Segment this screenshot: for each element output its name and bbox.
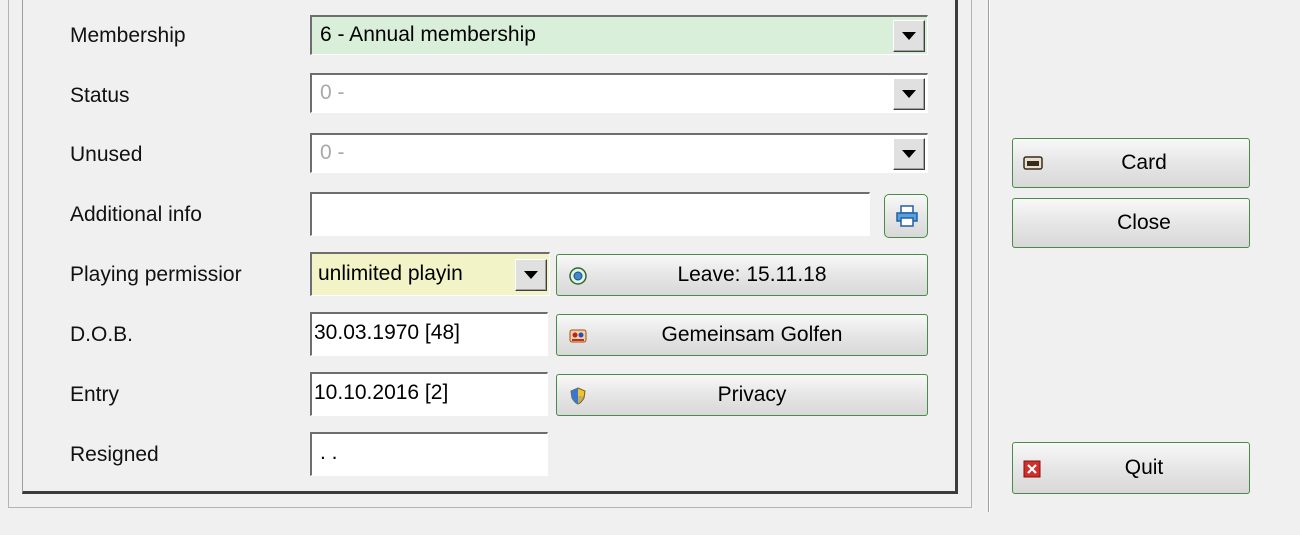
printer-icon <box>896 205 918 227</box>
status-value: 0 - <box>320 81 345 104</box>
privacy-button-label: Privacy <box>717 383 787 406</box>
quit-button-label: Quit <box>1124 456 1164 479</box>
status-label: Status <box>70 84 130 107</box>
resigned-input[interactable]: . . <box>310 432 548 476</box>
gemeinsam-golfen-button[interactable]: Gemeinsam Golfen <box>556 314 928 356</box>
quit-button[interactable]: Quit <box>1012 442 1250 494</box>
unused-label: Unused <box>70 143 143 166</box>
chevron-down-icon[interactable] <box>893 78 925 110</box>
unused-dropdown[interactable]: 0 - <box>310 133 928 173</box>
membership-label: Membership <box>70 24 186 47</box>
entry-label: Entry <box>70 383 120 406</box>
additional-info-label: Additional info <box>70 203 202 226</box>
status-dropdown[interactable]: 0 - <box>310 73 928 113</box>
membership-dropdown[interactable]: 6 - Annual membership <box>310 15 928 55</box>
privacy-button[interactable]: Privacy <box>556 374 928 416</box>
playing-permission-dropdown[interactable]: unlimited playin <box>310 252 550 296</box>
close-button-label: Close <box>1117 211 1171 234</box>
close-button[interactable]: Close <box>1012 198 1250 248</box>
leave-button-label: Leave: 15.11.18 <box>677 263 827 286</box>
dob-value: 30.03.1970 [48] <box>314 321 460 344</box>
card-button-label: Card <box>1121 151 1167 174</box>
card-button[interactable]: Card <box>1012 138 1250 188</box>
leave-button[interactable]: Leave: 15.11.18 <box>556 254 928 296</box>
resigned-label: Resigned <box>70 443 159 466</box>
chevron-down-icon[interactable] <box>893 138 925 170</box>
print-button[interactable] <box>884 194 928 238</box>
dob-input[interactable]: 30.03.1970 [48] <box>310 312 548 356</box>
entry-value: 10.10.2016 [2] <box>314 381 449 404</box>
chevron-down-icon[interactable] <box>515 259 547 291</box>
additional-info-input[interactable] <box>310 192 870 236</box>
panel-separator <box>988 0 990 512</box>
membership-value: 6 - Annual membership <box>320 23 536 46</box>
playing-permission-value: unlimited playin <box>318 262 463 285</box>
dob-label: D.O.B. <box>70 323 134 346</box>
playing-permission-label: Playing permissior <box>70 263 242 286</box>
chevron-down-icon[interactable] <box>893 20 925 52</box>
unused-value: 0 - <box>320 141 345 164</box>
gemeinsam-golfen-label: Gemeinsam Golfen <box>661 323 843 346</box>
resigned-value: . . <box>320 441 338 464</box>
entry-input[interactable]: 10.10.2016 [2] <box>310 372 548 416</box>
